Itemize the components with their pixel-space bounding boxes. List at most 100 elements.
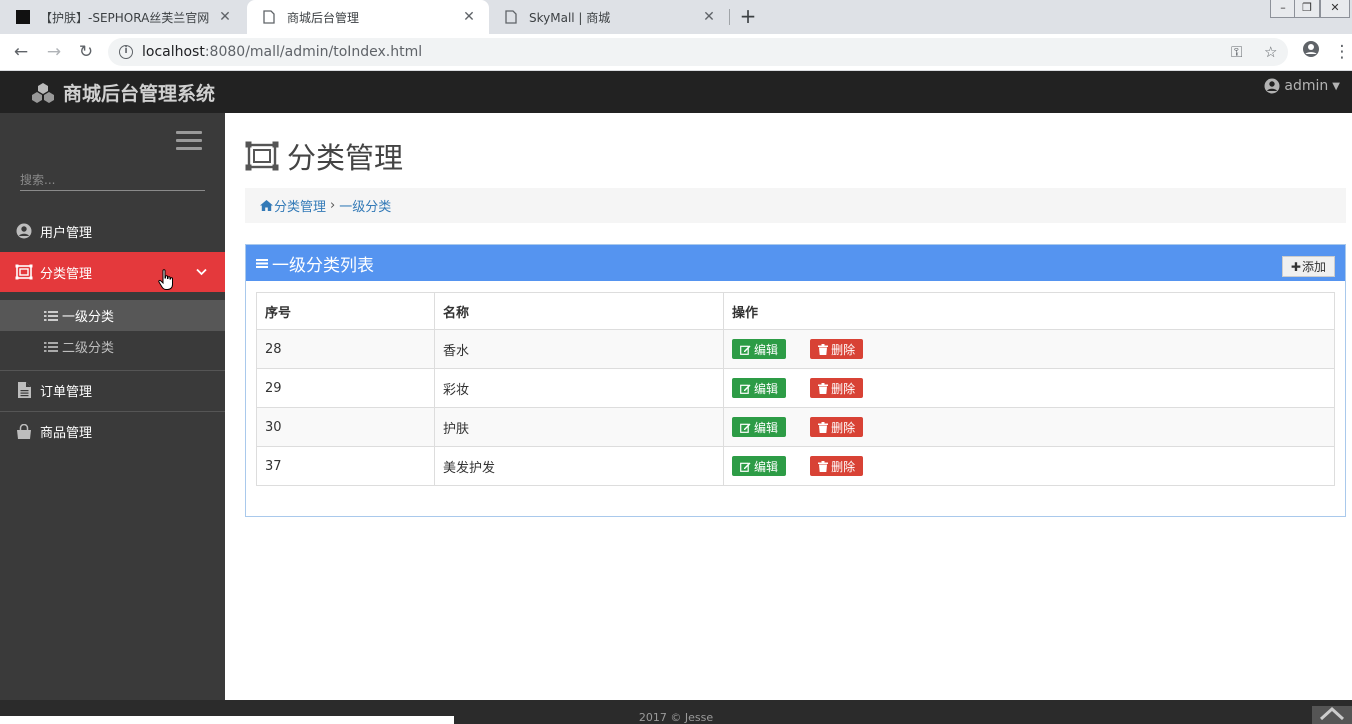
caret-down-icon: ▼ xyxy=(1332,80,1340,92)
url-host: localhost xyxy=(142,44,205,60)
tab-separator xyxy=(729,9,730,25)
cell-actions: 编辑 删除 xyxy=(723,368,1335,408)
edit-button[interactable]: 编辑 xyxy=(732,417,787,437)
page-icon xyxy=(505,10,519,24)
chevron-up-icon xyxy=(1319,706,1345,720)
close-icon[interactable]: ✕ xyxy=(461,9,477,25)
star-icon[interactable]: ☆ xyxy=(1264,43,1277,61)
cell-id: 30 xyxy=(256,407,435,447)
url-path: :8080/mall/admin/toIndex.html xyxy=(204,44,423,60)
category-list-panel: 一级分类列表 ✚ 添加 序号 名称 操作 28 香水 编辑 删除 29 彩妆 编… xyxy=(245,244,1346,517)
key-icon[interactable]: ⚿ xyxy=(1231,43,1242,61)
cell-actions: 编辑 删除 xyxy=(723,329,1335,369)
user-menu[interactable]: admin ▼ xyxy=(1264,78,1340,94)
close-icon[interactable]: ✕ xyxy=(217,9,233,25)
sidebar-subitem-label: 二级分类 xyxy=(62,341,115,356)
reload-icon[interactable]: ↻ xyxy=(74,40,98,64)
page-icon xyxy=(263,10,277,24)
hamburger-icon[interactable] xyxy=(176,131,202,151)
url-field[interactable]: i localhost:8080/mall/admin/toIndex.html… xyxy=(108,38,1288,66)
plus-icon: ✚ xyxy=(1290,259,1301,274)
minimize-button[interactable]: – xyxy=(1270,0,1296,18)
sidebar-item-users[interactable]: 用户管理 xyxy=(0,211,225,251)
edit-icon xyxy=(740,462,751,472)
page-title: 分类管理 xyxy=(245,135,403,177)
breadcrumb-separator: › xyxy=(330,198,336,213)
cell-name: 美发护发 xyxy=(434,446,724,486)
trash-icon xyxy=(818,421,829,433)
menu-dots-icon[interactable]: ⋮ xyxy=(1330,40,1352,64)
brand[interactable]: 商城后台管理系统 xyxy=(30,79,215,106)
category-table: 序号 名称 操作 28 香水 编辑 删除 29 彩妆 编辑 删除 30 护肤 编… xyxy=(256,292,1335,486)
delete-button[interactable]: 删除 xyxy=(810,417,864,437)
browser-tab-sephora[interactable]: 【护肤】-SEPHORA丝芙兰官网 ✕ xyxy=(0,0,245,34)
sidebar-subitem-level1[interactable]: 一级分类 xyxy=(0,300,225,331)
edit-button[interactable]: 编辑 xyxy=(732,339,787,359)
cell-name: 护肤 xyxy=(434,407,724,447)
shopping-bag-icon xyxy=(15,423,33,439)
user-circle-icon xyxy=(1264,78,1280,94)
sidebar-item-label: 订单管理 xyxy=(40,384,93,400)
sidebar-subitem-level2[interactable]: 二级分类 xyxy=(0,331,225,362)
user-name: admin xyxy=(1284,78,1329,94)
edit-button[interactable]: 编辑 xyxy=(732,456,787,476)
brand-title: 商城后台管理系统 xyxy=(63,83,216,105)
chevron-down-icon xyxy=(196,265,207,279)
cell-id: 29 xyxy=(256,368,435,408)
hand-cursor-icon xyxy=(158,269,174,295)
browser-tab-skymall[interactable]: SkyMall | 商城 ✕ xyxy=(489,0,729,34)
tab-title: SkyMall | 商城 xyxy=(529,10,611,25)
address-bar: ← → ↻ i localhost:8080/mall/admin/toInde… xyxy=(0,34,1352,71)
tab-title: 商城后台管理 xyxy=(287,10,360,25)
profile-icon[interactable] xyxy=(1299,40,1323,64)
column-header-name: 名称 xyxy=(434,292,724,330)
breadcrumb-link-category[interactable]: 分类管理 xyxy=(274,196,326,215)
delete-button[interactable]: 删除 xyxy=(810,339,864,359)
column-header-actions: 操作 xyxy=(723,292,1335,330)
sidebar-item-label: 商品管理 xyxy=(40,425,93,441)
restore-button[interactable]: ❐ xyxy=(1294,0,1320,18)
table-row: 28 香水 编辑 删除 xyxy=(256,329,1335,369)
breadcrumb-current[interactable]: 一级分类 xyxy=(339,196,391,215)
delete-button[interactable]: 删除 xyxy=(810,378,864,398)
table-row: 30 护肤 编辑 删除 xyxy=(256,407,1335,447)
browser-tab-strip: 【护肤】-SEPHORA丝芙兰官网 ✕ 商城后台管理 ✕ SkyMall | 商… xyxy=(0,0,1352,34)
sidebar-item-label: 用户管理 xyxy=(40,225,93,241)
list-icon xyxy=(44,341,58,353)
cell-name: 香水 xyxy=(434,329,724,369)
cell-actions: 编辑 删除 xyxy=(723,407,1335,447)
column-header-id: 序号 xyxy=(256,292,435,330)
edit-icon xyxy=(740,384,751,394)
category-icon xyxy=(15,264,33,280)
add-button-label: 添加 xyxy=(1301,260,1326,274)
info-icon[interactable]: i xyxy=(119,45,133,59)
new-tab-button[interactable]: + xyxy=(736,5,760,29)
tab-title: 【护肤】-SEPHORA丝芙兰官网 xyxy=(40,10,210,25)
sidebar-item-orders[interactable]: 订单管理 xyxy=(0,370,225,410)
sidebar-search-input[interactable] xyxy=(20,169,205,191)
back-to-top-button[interactable] xyxy=(1312,706,1352,724)
forward-icon[interactable]: → xyxy=(42,40,66,64)
add-category-button[interactable]: ✚ 添加 xyxy=(1281,256,1335,277)
cell-id: 28 xyxy=(256,329,435,369)
delete-button[interactable]: 删除 xyxy=(810,456,864,476)
table-row: 37 美发护发 编辑 删除 xyxy=(256,446,1335,486)
bars-icon xyxy=(256,258,268,269)
app-header: 商城后台管理系统 admin ▼ xyxy=(0,71,1352,113)
category-icon xyxy=(245,141,279,171)
table-header-row: 序号 名称 操作 xyxy=(256,292,1335,330)
edit-button[interactable]: 编辑 xyxy=(732,378,787,398)
sidebar-subitem-label: 一级分类 xyxy=(62,310,115,325)
sidebar-item-products[interactable]: 商品管理 xyxy=(0,411,225,451)
trash-icon xyxy=(818,382,829,394)
panel-heading: 一级分类列表 ✚ 添加 xyxy=(246,245,1345,281)
close-window-button[interactable]: ✕ xyxy=(1320,0,1350,18)
home-icon xyxy=(260,200,273,211)
file-icon xyxy=(15,382,33,398)
panel-title: 一级分类列表 xyxy=(272,255,374,276)
back-icon[interactable]: ← xyxy=(9,40,33,64)
browser-tab-admin[interactable]: 商城后台管理 ✕ xyxy=(247,0,489,34)
sidebar-item-categories[interactable]: 分类管理 xyxy=(0,252,225,292)
close-icon[interactable]: ✕ xyxy=(701,9,717,25)
cubes-icon xyxy=(32,82,54,103)
